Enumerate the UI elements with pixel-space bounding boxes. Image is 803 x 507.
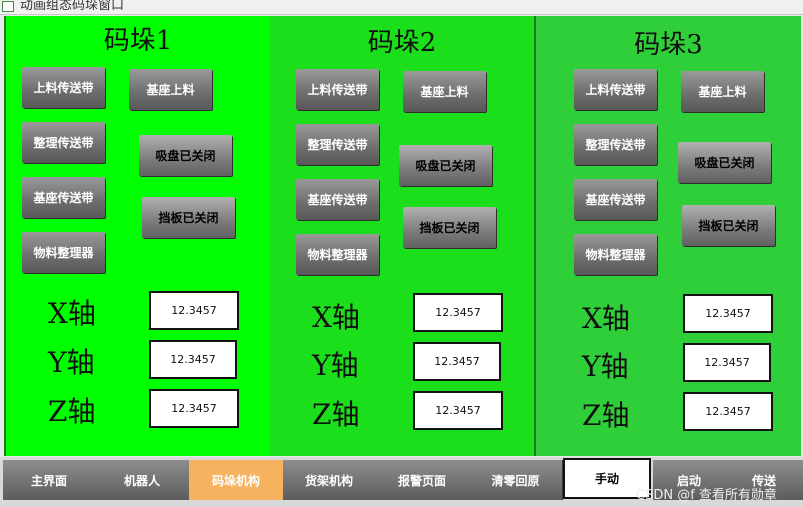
base-loading-button[interactable]: 基座上料 xyxy=(403,71,486,112)
suction-closed-button[interactable]: 吸盘已关闭 xyxy=(139,135,232,176)
baffle-closed-button[interactable]: 挡板已关闭 xyxy=(142,197,235,238)
sorting-conveyor-button[interactable]: 整理传送带 xyxy=(22,122,105,163)
x-axis-label: X轴 xyxy=(582,302,630,335)
nav-robot[interactable]: 机器人 xyxy=(95,460,190,500)
nav-alarm[interactable]: 报警页面 xyxy=(375,460,470,500)
material-organizer-button[interactable]: 物料整理器 xyxy=(22,232,105,273)
palletizer-panel-2: 码垛2 上料传送带 整理传送带 基座传送带 物料整理器 基座上料 吸盘已关闭 挡… xyxy=(270,16,534,456)
z-axis-label: Z轴 xyxy=(582,399,630,432)
window-icon xyxy=(2,1,14,12)
window-titlebar: 动画组态码垛窗口 xyxy=(0,0,803,15)
window-title: 动画组态码垛窗口 xyxy=(20,0,125,13)
z-axis-value: 12.3457 xyxy=(413,391,503,430)
material-organizer-button[interactable]: 物料整理器 xyxy=(296,234,379,275)
baffle-closed-button[interactable]: 挡板已关闭 xyxy=(682,205,775,246)
z-axis-value: 12.3457 xyxy=(683,392,773,431)
base-loading-button[interactable]: 基座上料 xyxy=(681,71,764,112)
panel-title: 码垛2 xyxy=(367,28,437,58)
base-conveyor-button[interactable]: 基座传送带 xyxy=(22,177,105,218)
csdn-watermark: CSDN @f 查看所有勋章 xyxy=(636,488,777,503)
main-frame: 码垛1 上料传送带 整理传送带 基座传送带 物料整理器 基座上料 吸盘已关闭 挡… xyxy=(4,16,801,456)
sorting-conveyor-button[interactable]: 整理传送带 xyxy=(574,124,657,165)
palletizer-panel-3: 码垛3 上料传送带 整理传送带 基座传送带 物料整理器 基座上料 吸盘已关闭 挡… xyxy=(536,16,801,456)
z-axis-label: Z轴 xyxy=(48,395,96,428)
x-axis-label: X轴 xyxy=(48,297,96,330)
nav-shelf[interactable]: 货架机构 xyxy=(283,460,376,500)
base-conveyor-button[interactable]: 基座传送带 xyxy=(296,179,379,220)
nav-palletizer[interactable]: 码垛机构 xyxy=(189,460,284,500)
z-axis-label: Z轴 xyxy=(312,398,360,431)
x-axis-value: 12.3457 xyxy=(683,294,773,333)
baffle-closed-button[interactable]: 挡板已关闭 xyxy=(403,207,496,248)
upper-conveyor-button[interactable]: 上料传送带 xyxy=(574,69,657,110)
y-axis-value: 12.3457 xyxy=(683,343,771,382)
y-axis-value: 12.3457 xyxy=(413,342,501,381)
panel-title: 码垛1 xyxy=(103,26,173,56)
base-loading-button[interactable]: 基座上料 xyxy=(129,69,212,110)
upper-conveyor-button[interactable]: 上料传送带 xyxy=(296,69,379,110)
y-axis-label: Y轴 xyxy=(48,346,95,379)
y-axis-value: 12.3457 xyxy=(149,340,237,379)
x-axis-label: X轴 xyxy=(312,301,360,334)
upper-conveyor-button[interactable]: 上料传送带 xyxy=(22,67,105,108)
palletizer-panel-1: 码垛1 上料传送带 整理传送带 基座传送带 物料整理器 基座上料 吸盘已关闭 挡… xyxy=(6,16,270,456)
material-organizer-button[interactable]: 物料整理器 xyxy=(574,234,657,275)
y-axis-label: Y轴 xyxy=(312,349,359,382)
x-axis-value: 12.3457 xyxy=(413,293,503,332)
panel-title: 码垛3 xyxy=(634,30,703,60)
sorting-conveyor-button[interactable]: 整理传送带 xyxy=(296,124,379,165)
suction-closed-button[interactable]: 吸盘已关闭 xyxy=(399,145,492,186)
nav-reset-home[interactable]: 清零回原 xyxy=(469,460,563,500)
y-axis-label: Y轴 xyxy=(582,350,629,383)
z-axis-value: 12.3457 xyxy=(149,389,239,428)
suction-closed-button[interactable]: 吸盘已关闭 xyxy=(678,142,771,183)
base-conveyor-button[interactable]: 基座传送带 xyxy=(574,179,657,220)
nav-main-screen[interactable]: 主界面 xyxy=(3,460,96,500)
x-axis-value: 12.3457 xyxy=(149,291,239,330)
